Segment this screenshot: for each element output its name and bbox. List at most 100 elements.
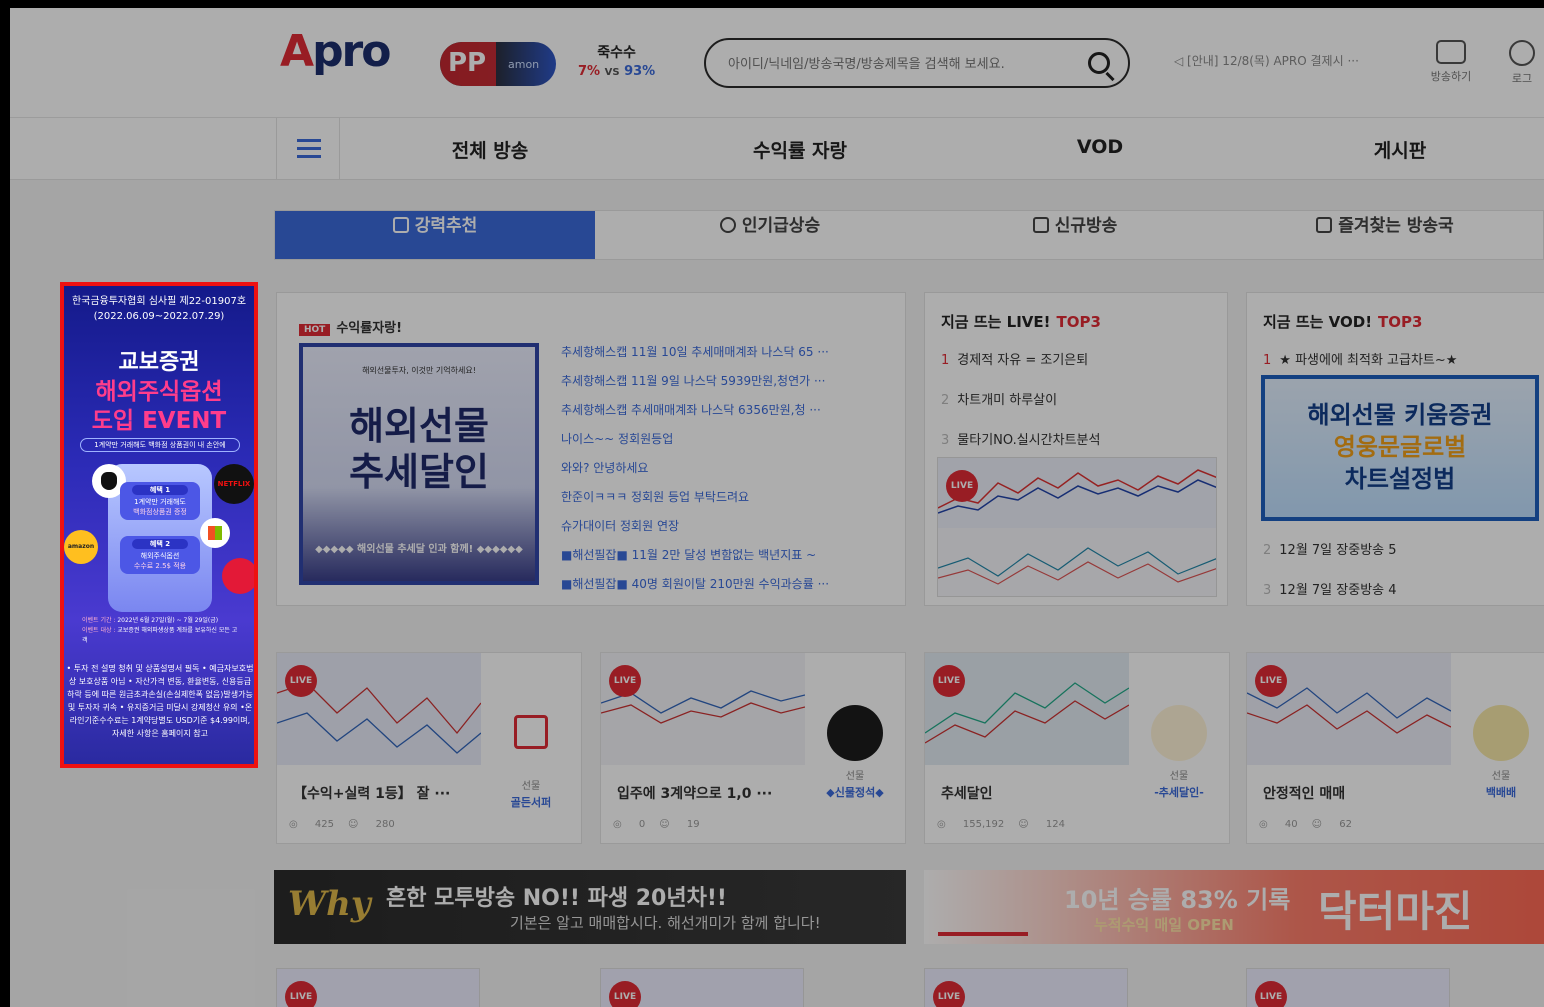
broadcast-button[interactable]: 방송하기 — [1422, 40, 1480, 84]
ad-approval: 한국금융투자협회 심사필 제22-01907호 (2022.06.09~2022.… — [64, 294, 254, 324]
live-badge: LIVE — [1255, 981, 1287, 1007]
ad-approval-line2: (2022.06.09~2022.07.29) — [93, 311, 225, 322]
card-streamer[interactable]: 선물 백배배 — [1461, 705, 1541, 800]
apro-logo[interactable]: Apro — [280, 26, 392, 77]
ad-period-value: 2022년 6월 27일(월) ~ 7월 29일(금) — [117, 617, 219, 624]
broadcast-card-partial[interactable]: LIVE — [276, 968, 480, 1007]
heart-icon — [719, 217, 736, 233]
menu-button[interactable] — [276, 118, 340, 180]
ad-period: 이벤트 기간 : 2022년 6월 27일(월) ~ 7월 29일(금) — [82, 616, 242, 626]
broadcast-card[interactable]: LIVE 추세달인 ◎ 155,192 ☺ 124 선물 -추세달인- — [924, 652, 1230, 844]
page-frame: Apro PP amon 죽수수 7% VS 93% ◁ [안내] 12/8(목… — [10, 8, 1544, 1007]
vod-rank-3[interactable]: 3 12월 7일 장중방송 4 — [1263, 579, 1397, 598]
tab-trending[interactable]: 인기급상승 — [610, 211, 930, 259]
broadcast-card[interactable]: LIVE 안정적인 매매 ◎ 40 ☺ 62 선물 백배배 — [1246, 652, 1544, 844]
rank-text: ★ 파생에에 최적화 고급차트~★ — [1279, 353, 1458, 368]
broadcast-card[interactable]: LIVE 【수익+실력 1등】 잘 ··· ◎ 425 ☺ 280 선물 골든서퍼 — [276, 652, 582, 844]
tab-strong-recommend[interactable]: 강력추천 — [275, 211, 595, 259]
tab-favorites[interactable]: 즐겨찾는 방송국 — [1225, 211, 1544, 259]
card-thumbnail[interactable]: LIVE — [925, 653, 1129, 765]
banner-right-main: 10년 승률 83% 기록 — [1064, 886, 1291, 914]
list-item[interactable]: 슈가대이터 정회원 연장 — [561, 517, 891, 546]
streamer-label: 선물 — [1491, 771, 1511, 782]
streamer-label: 선물 — [845, 771, 865, 782]
vote-result: 7% VS 93% — [578, 64, 655, 79]
vod-top3-panel: 지금 뜨는 VOD! TOP3 1 ★ 파생에에 최적화 고급차트~★ 해외선물 키… — [1246, 292, 1544, 606]
list-item[interactable]: 와와? 안녕하세요 — [561, 459, 891, 488]
rank-text: 경제적 자유 = 조기은퇴 — [957, 353, 1089, 368]
card-streamer[interactable]: 선물 골든서퍼 — [491, 705, 571, 810]
ad-brand: 교보증권 — [118, 350, 200, 375]
list-item[interactable]: 한준이ㅋㅋㅋ 정회원 등업 부탁드려요 — [561, 488, 891, 517]
ad-benefit-title: 혜택 2 — [132, 539, 188, 549]
list-item[interactable]: 추세항해스캡 11월 9일 나스닥 5939만원,청연가 ··· — [561, 372, 891, 401]
nav-board[interactable]: 게시판 — [1330, 136, 1470, 163]
category-tabs: 강력추천 인기급상승 신규방송 즐겨찾는 방송국 — [274, 210, 1544, 260]
live-rank-3[interactable]: 3 물타기NO.실시간차트분석 — [941, 429, 1100, 448]
ad-benefit-title: 혜택 1 — [132, 485, 188, 495]
broadcast-card[interactable]: LIVE 입주에 3계약으로 1,0 ··· ◎ 0 ☺ 19 선물 ◆신물정석◆ — [600, 652, 906, 844]
hot-feature-image[interactable]: 해외선물투자, 이것만 기억하세요! 해외선물 추세달인 ◆◆◆◆◆ 해외선물 추… — [299, 343, 539, 585]
card-thumbnail[interactable]: LIVE — [1247, 653, 1451, 765]
vote-widget[interactable]: 죽수수 7% VS 93% — [578, 42, 655, 79]
list-item[interactable]: ■해선필잡■ 11월 2만 달성 변함없는 백년지표 ~ — [561, 546, 891, 575]
ad-headline: 해외주식옵션 도입 EVENT — [64, 378, 254, 436]
search-box — [704, 38, 1130, 88]
pp-badge[interactable]: PP amon — [440, 42, 556, 86]
vod-rank-2[interactable]: 2 12월 7일 장중방송 5 — [1263, 539, 1397, 558]
live-badge: LIVE — [609, 981, 641, 1007]
pp-badge-sub: amon — [508, 58, 540, 71]
vod-rank-1[interactable]: 1 ★ 파생에에 최적화 고급차트~★ — [1263, 349, 1457, 368]
notice-ticker[interactable]: ◁ [안내] 12/8(목) APRO 결제시 ··· — [1174, 52, 1359, 69]
nav-all-broadcasts[interactable]: 전체 방송 — [410, 136, 570, 163]
views-icon: ◎ — [289, 819, 301, 830]
side-ad-banner[interactable]: 한국금융투자협회 심사필 제22-01907호 (2022.06.09~2022.… — [60, 282, 258, 768]
live-rank-1[interactable]: 1 경제적 자유 = 조기은퇴 — [941, 349, 1088, 368]
broadcast-card-partial[interactable]: LIVE — [1246, 968, 1450, 1007]
view-count: 40 — [1284, 819, 1298, 830]
banner-left[interactable]: Why 흔한 모투방송 NO!! 파생 20년차!! 기본은 알고 매매합시다.… — [274, 870, 906, 944]
avatar — [503, 715, 559, 771]
card-title[interactable]: 추세달인 — [941, 783, 993, 803]
broadcast-card-partial[interactable]: LIVE — [924, 968, 1128, 1007]
live-thumbnail[interactable]: LIVE — [937, 457, 1217, 597]
vod-feature-banner[interactable]: 해외선물 키움증권 영웅문글로벌 차트설정법 — [1261, 375, 1539, 521]
microsoft-shape — [208, 526, 222, 540]
list-item[interactable]: 추세항해스캡 11월 10일 추세매매계좌 나스닥 65 ··· — [561, 343, 891, 372]
banner-right[interactable]: 10년 승률 83% 기록 누적수익 매일 OPEN 닥터마진 — [924, 870, 1544, 944]
broadcast-card-partial[interactable]: LIVE — [600, 968, 804, 1007]
live-rank-2[interactable]: 2 차트개미 하루살이 — [941, 389, 1057, 408]
tab-new[interactable]: 신규방송 — [915, 211, 1235, 259]
search-input[interactable] — [728, 52, 1068, 76]
avatar — [1151, 705, 1207, 761]
card-thumbnail[interactable]: LIVE — [601, 653, 805, 765]
search-icon[interactable] — [1088, 52, 1110, 74]
rank-number: 3 — [941, 433, 950, 448]
rank-text: 차트개미 하루살이 — [957, 393, 1058, 408]
streamer-label: 선물 — [1169, 771, 1189, 782]
viewer-count: 62 — [1339, 819, 1352, 830]
list-item[interactable]: 추세항해스캡 추세매매계좌 나스닥 6356만원,청 ··· — [561, 401, 891, 430]
rank-number: 1 — [1263, 353, 1272, 368]
ad-benefit-highlight: 백화점상품권 증정 — [133, 508, 187, 516]
card-streamer[interactable]: 선물 ◆신물정석◆ — [815, 705, 895, 800]
viewers-icon: ☺ — [348, 819, 362, 830]
banner-right-sub: 누적수익 매일 OPEN — [1094, 916, 1234, 934]
streamer-name: 백배배 — [1485, 786, 1517, 799]
hamburger-icon — [297, 155, 321, 158]
card-title[interactable]: 입주에 3계약으로 1,0 ··· — [617, 783, 772, 803]
streamer-logo-icon — [514, 715, 548, 749]
nav-profit-boast[interactable]: 수익률 자랑 — [710, 136, 890, 163]
list-item[interactable]: ■해선필잡■ 40명 회원이탈 210만원 수익과승률 ··· — [561, 575, 891, 604]
card-streamer[interactable]: 선물 -추세달인- — [1139, 705, 1219, 800]
tab-label: 강력추천 — [414, 216, 478, 236]
thumbs-up-icon — [392, 217, 409, 233]
live-top3-panel: 지금 뜨는 LIVE! TOP3 1 경제적 자유 = 조기은퇴 2 차트개미 하루살… — [924, 292, 1228, 606]
list-item[interactable]: 나이스~~ 정회원등업 — [561, 430, 891, 459]
card-thumbnail[interactable]: LIVE — [277, 653, 481, 765]
login-button[interactable]: 로그 — [1500, 40, 1544, 86]
nav-vod[interactable]: VOD — [1040, 136, 1160, 158]
viewer-count: 19 — [686, 819, 700, 830]
card-title[interactable]: 안정적인 매매 — [1263, 783, 1345, 803]
card-title[interactable]: 【수익+실력 1등】 잘 ··· — [293, 783, 450, 803]
